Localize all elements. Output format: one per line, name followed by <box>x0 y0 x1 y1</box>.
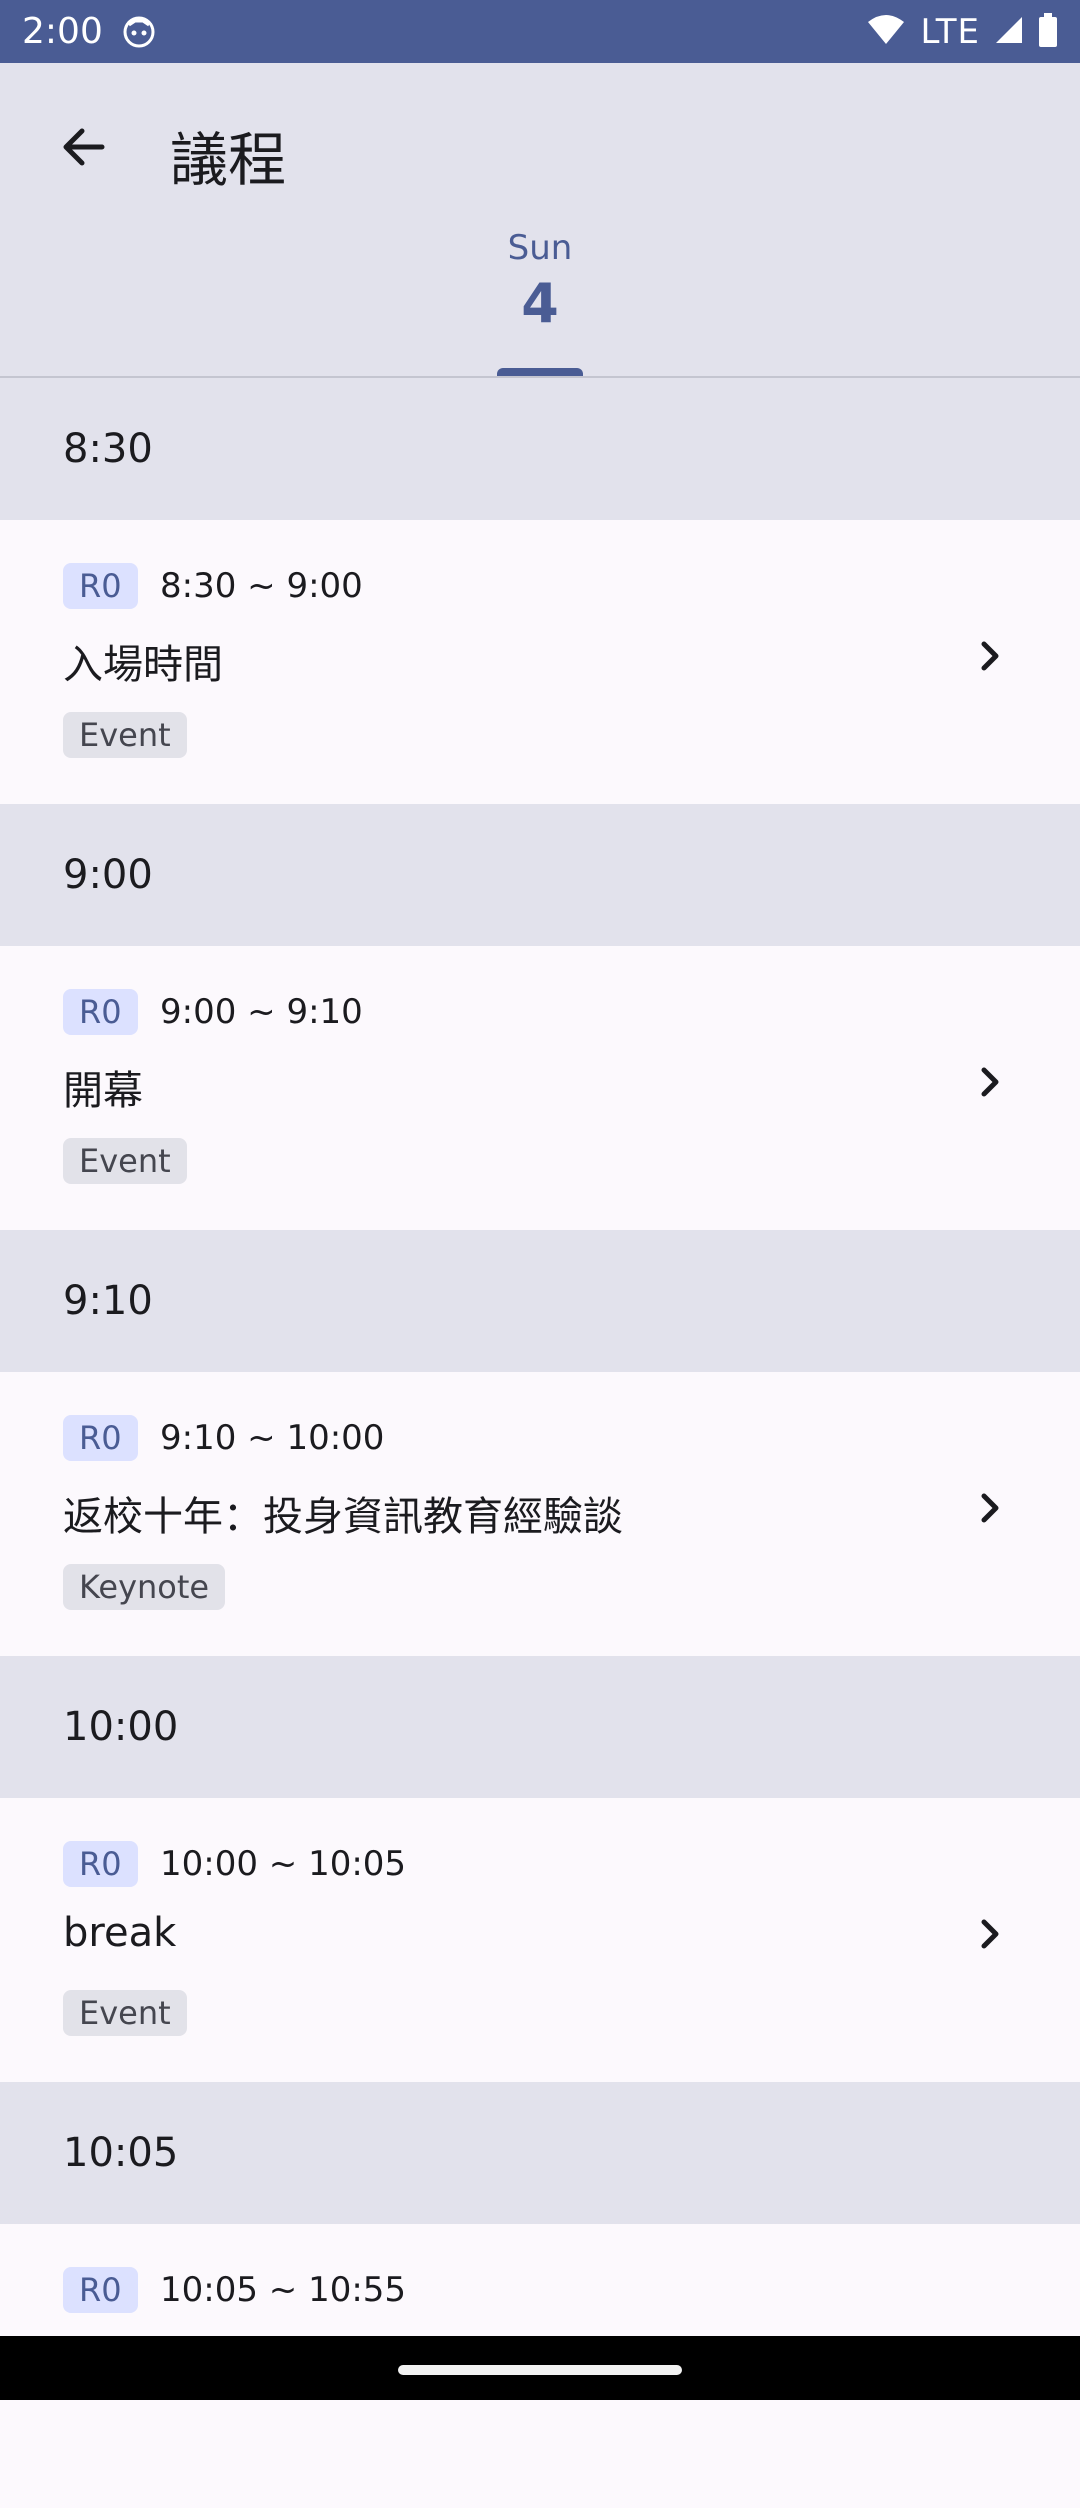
app-bar: 議程 Sun 4 <box>0 63 1080 378</box>
session-type-badge: Keynote <box>63 1564 226 1610</box>
session-item[interactable]: R0 8:30 ~ 9:00 入場時間 Event <box>0 520 1080 804</box>
page-title: 議程 <box>170 126 287 194</box>
session-time-range: 9:10 ~ 10:00 <box>160 1418 385 1458</box>
session-item[interactable]: R0 10:00 ~ 10:05 break Event <box>0 1798 1080 2082</box>
room-badge: R0 <box>63 989 138 1035</box>
session-time-range: 9:00 ~ 9:10 <box>160 992 363 1032</box>
session-title: break <box>63 1910 177 1956</box>
session-title: 返校十年：投身資訊教育經驗談 <box>63 1494 623 1540</box>
session-time-range: 10:00 ~ 10:05 <box>160 1844 407 1884</box>
agenda-list: 8:30 R0 8:30 ~ 9:00 入場時間 Event 9:00 R0 9… <box>0 378 1080 2508</box>
chevron-right-icon <box>970 1914 1010 1954</box>
room-badge: R0 <box>63 563 138 609</box>
signal-icon <box>994 15 1024 49</box>
day-number: 4 <box>521 272 559 335</box>
tab-indicator <box>497 368 583 376</box>
session-time-range: 8:30 ~ 9:00 <box>160 566 363 606</box>
status-time: 2:00 <box>22 11 103 52</box>
back-arrow-icon[interactable] <box>56 119 112 175</box>
network-label: LTE <box>920 11 980 52</box>
chevron-right-icon <box>970 1488 1010 1528</box>
time-header: 10:05 <box>0 2082 1080 2224</box>
session-type-badge: Event <box>63 712 187 758</box>
day-of-week: Sun <box>507 228 573 268</box>
session-time-range: 10:05 ~ 10:55 <box>160 2270 407 2310</box>
battery-icon <box>1038 12 1058 51</box>
time-header: 9:10 <box>0 1230 1080 1372</box>
room-badge: R0 <box>63 1415 138 1461</box>
room-badge: R0 <box>63 1841 138 1887</box>
session-item[interactable]: R0 9:00 ~ 9:10 開幕 Event <box>0 946 1080 1230</box>
room-badge: R0 <box>63 2267 138 2313</box>
chevron-right-icon <box>970 1062 1010 1102</box>
time-header: 10:00 <box>0 1656 1080 1798</box>
wifi-icon <box>866 14 906 50</box>
day-tab[interactable]: Sun 4 <box>480 228 600 335</box>
session-type-badge: Event <box>63 1138 187 1184</box>
home-gesture-handle[interactable] <box>398 2365 682 2375</box>
status-bar: 2:00 LTE <box>0 0 1080 63</box>
session-title: 入場時間 <box>63 642 223 688</box>
time-header: 8:30 <box>0 378 1080 520</box>
notification-icon <box>123 16 155 48</box>
time-header: 9:00 <box>0 804 1080 946</box>
session-item[interactable]: R0 9:10 ~ 10:00 返校十年：投身資訊教育經驗談 Keynote <box>0 1372 1080 1656</box>
session-type-badge: Event <box>63 1990 187 2036</box>
session-title: 開幕 <box>63 1068 143 1114</box>
chevron-right-icon <box>970 636 1010 676</box>
